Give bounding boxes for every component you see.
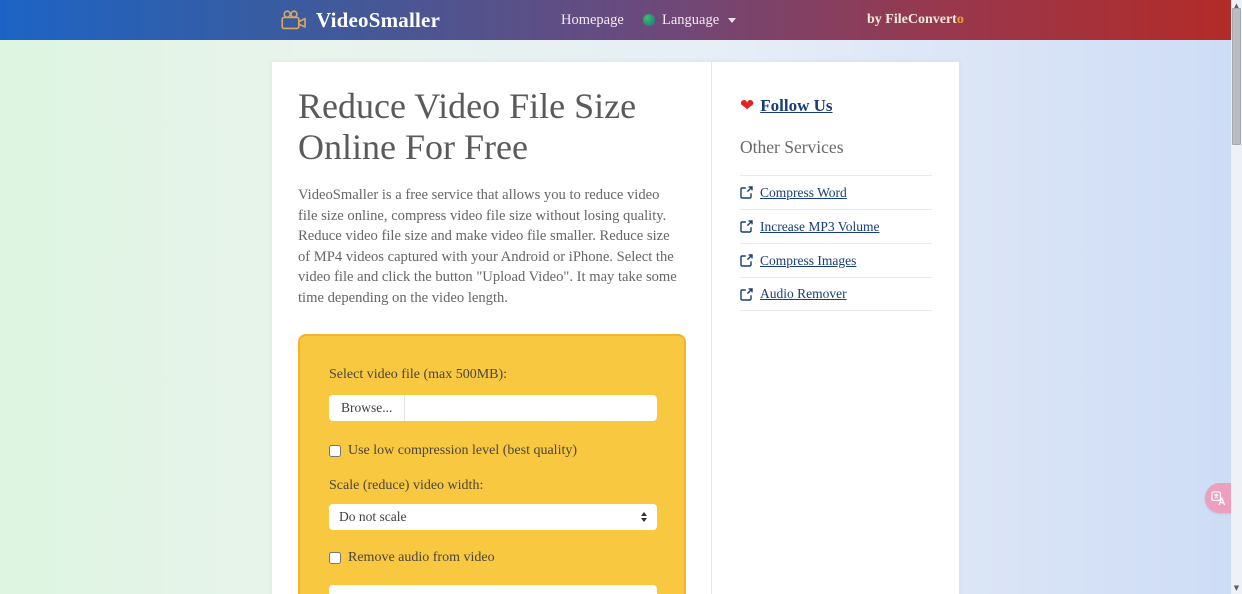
chevron-down-icon: [728, 18, 736, 23]
service-link-label: Compress Images: [760, 253, 856, 269]
sidebar: ❤ Follow Us Other Services Compress Word: [711, 62, 959, 594]
page-scrollbar[interactable]: ▲ ▼: [1231, 0, 1242, 594]
service-link-increase-mp3-volume[interactable]: Increase MP3 Volume: [740, 209, 932, 243]
low-compression-row: Use low compression level (best quality): [329, 443, 655, 459]
header: VideoSmaller Homepage Language by FileCo…: [0, 0, 1231, 40]
scale-width-select[interactable]: Do not scale: [329, 504, 657, 530]
browse-button[interactable]: Browse...: [329, 395, 405, 421]
content-card: Reduce Video File Size Online For Free V…: [272, 62, 959, 594]
page-title: Reduce Video File Size Online For Free: [298, 86, 685, 168]
heart-icon: ❤: [740, 96, 754, 116]
external-link-icon: [740, 288, 753, 301]
service-link-label: Increase MP3 Volume: [760, 219, 879, 235]
byline: by FileConverto: [867, 0, 964, 40]
file-input[interactable]: Browse...: [329, 395, 657, 421]
scale-width-selected-value: Do not scale: [339, 509, 406, 525]
byline-accent: o: [957, 12, 964, 28]
file-drop-area[interactable]: [329, 585, 657, 594]
remove-audio-checkbox[interactable]: [329, 552, 341, 564]
external-link-icon: [740, 220, 753, 233]
translate-widget-button[interactable]: [1205, 483, 1231, 513]
scrollbar-down-arrow[interactable]: ▼: [1231, 583, 1242, 593]
service-link-label: Compress Word: [760, 185, 847, 201]
nav-language-label: Language: [662, 12, 719, 29]
service-link-audio-remover[interactable]: Audio Remover: [740, 277, 932, 311]
remove-audio-row: Remove audio from video: [329, 550, 655, 566]
other-services-title: Other Services: [740, 137, 932, 158]
intro-paragraph: VideoSmaller is a free service that allo…: [298, 185, 680, 309]
brand-logo[interactable]: VideoSmaller: [281, 0, 440, 40]
nav-language-dropdown[interactable]: Language: [643, 0, 736, 40]
external-link-icon: [740, 254, 753, 267]
byline-text: by FileConvert: [867, 12, 957, 28]
brand-title: VideoSmaller: [316, 8, 440, 33]
scale-field-label: Scale (reduce) video width:: [329, 478, 655, 494]
follow-us-link[interactable]: Follow Us: [760, 96, 832, 116]
service-link-label: Audio Remover: [760, 286, 847, 302]
low-compression-checkbox[interactable]: [329, 445, 341, 457]
follow-us-row: ❤ Follow Us: [740, 96, 932, 116]
nav-homepage-link[interactable]: Homepage: [561, 0, 624, 40]
translate-icon: [1211, 491, 1226, 506]
remove-audio-label: Remove audio from video: [348, 550, 495, 566]
page: VideoSmaller Homepage Language by FileCo…: [0, 0, 1242, 594]
external-link-icon: [740, 186, 753, 199]
service-link-compress-word[interactable]: Compress Word: [740, 175, 932, 209]
file-field-label: Select video file (max 500MB):: [329, 367, 655, 383]
globe-icon: [643, 14, 655, 26]
video-camera-icon: [281, 10, 307, 30]
select-arrows-icon: [641, 512, 647, 522]
low-compression-label: Use low compression level (best quality): [348, 443, 577, 459]
scrollbar-thumb[interactable]: [1232, 8, 1241, 145]
main-column: Reduce Video File Size Online For Free V…: [272, 62, 711, 594]
service-link-compress-images[interactable]: Compress Images: [740, 243, 932, 277]
upload-form-panel: Select video file (max 500MB): Browse...…: [298, 334, 686, 594]
